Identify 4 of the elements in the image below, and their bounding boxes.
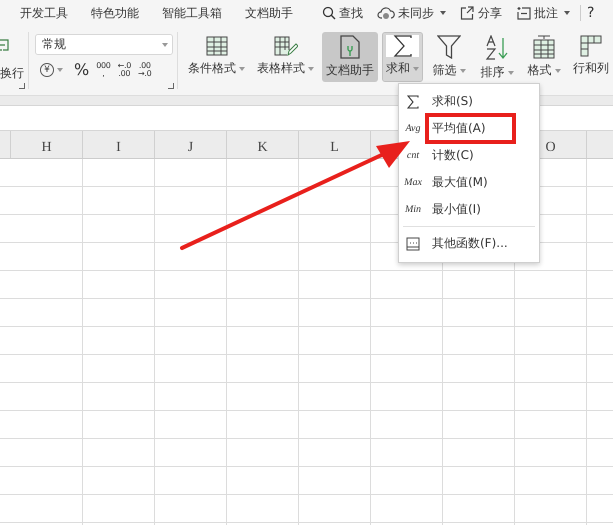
function-icon: Min [404, 204, 422, 215]
function-icon: Avg [406, 123, 420, 134]
function-icon: Max [404, 177, 422, 188]
function-icon: cnt [406, 150, 420, 161]
